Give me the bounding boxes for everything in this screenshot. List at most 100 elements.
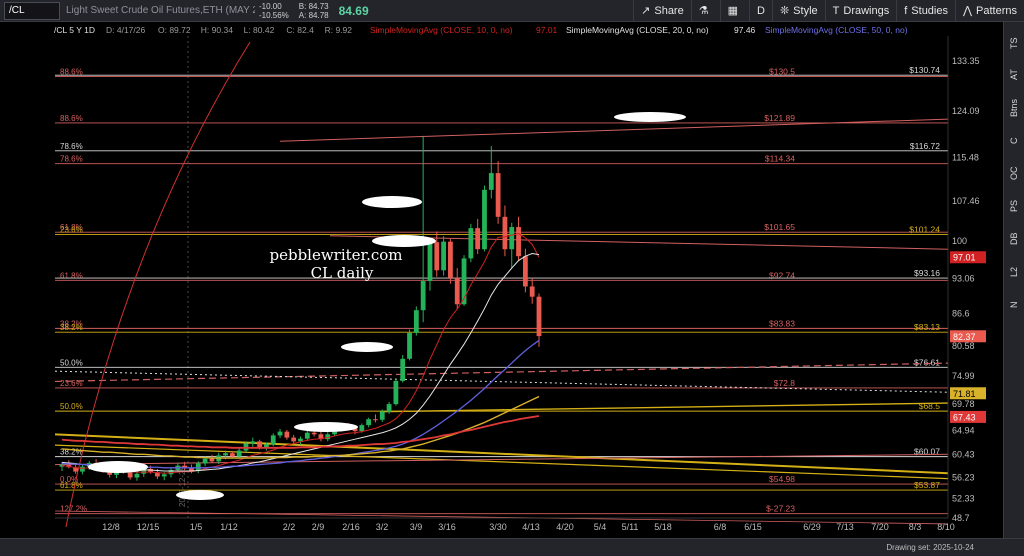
thinkorswim-chart-window: /CL Light Sweet Crude Oil Futures,ETH (M… — [0, 0, 1024, 556]
change-abs: -10.00 — [259, 1, 282, 11]
candle-body — [366, 419, 372, 426]
candle-body — [236, 450, 242, 457]
x-tick-label: 8/3 — [909, 522, 922, 532]
y-tick-label: 115.48 — [952, 153, 979, 163]
candle-body — [420, 281, 426, 311]
x-tick-label: 5/4 — [594, 522, 607, 532]
fib-level-left-label-1: 88.6% — [60, 114, 83, 123]
fib-level-right-label-8: $-27.23 — [766, 504, 795, 514]
style-icon: ❊ — [779, 5, 790, 17]
x-tick-label: 5/18 — [654, 522, 672, 532]
drawings-label: Drawings — [843, 4, 890, 17]
x-tick-label: 4/20 — [556, 522, 574, 532]
candle-body — [407, 332, 412, 359]
candle-body — [434, 242, 440, 271]
y-tick-label: 107.46 — [952, 196, 980, 206]
y-tick-label: 86.6 — [952, 308, 970, 318]
gold-level-right-label-0: $101.24 — [909, 224, 940, 234]
grid-button[interactable]: ▦ — [719, 0, 749, 22]
x-tick-label: 6/8 — [714, 522, 727, 532]
candle-body — [495, 173, 501, 217]
gold-level-left-label-0: 23.6% — [60, 225, 83, 234]
price-chart[interactable]: /CL 5 Y 1D D: 4/17/26 O: 89.72 H: 90.34 L: 8… — [0, 22, 1003, 538]
x-tick-label: 2/2 — [283, 522, 296, 532]
highlight-ellipse-1 — [362, 196, 422, 208]
studies-button[interactable]: f Studies — [896, 0, 955, 22]
right-toolbar-at[interactable]: AT — [1004, 62, 1024, 88]
candle-body — [291, 437, 297, 442]
x-tick-label: 5/11 — [622, 522, 639, 532]
drawings-button[interactable]: T Drawings — [824, 0, 897, 22]
right-toolbar-n[interactable]: N — [1004, 292, 1024, 318]
x-tick-label: 3/30 — [489, 522, 507, 532]
candle-body — [475, 228, 481, 250]
fib-level-right-label-1: $121.89 — [764, 113, 795, 123]
x-tick-label: 8/10 — [937, 522, 955, 532]
candle-body — [482, 189, 487, 250]
header-high: H: 90.34 — [201, 25, 233, 35]
candle-body — [379, 411, 385, 420]
candle-body — [80, 466, 85, 472]
candle-body — [250, 441, 256, 444]
header-sma10-label: SimpleMovingAvg (CLOSE, 10, 0, no) — [370, 25, 513, 35]
header-low: L: 80.42 — [244, 25, 275, 35]
x-tick-label: 12/8 — [102, 522, 120, 532]
candle-body — [502, 216, 508, 250]
candle-body — [454, 277, 460, 305]
right-toolbar-ps[interactable]: PS — [1004, 193, 1024, 219]
right-toolbar-ts[interactable]: TS — [1004, 30, 1024, 56]
candle-body — [509, 227, 515, 250]
bid-ask: B: 84.73 A: 84.78 — [293, 2, 335, 20]
highlight-ellipse-6 — [88, 461, 148, 473]
fib-level-left-label-2: 78.6% — [60, 155, 83, 164]
right-toolbar-c[interactable]: C — [1004, 128, 1024, 154]
header-sma50-label: SimpleMovingAvg (CLOSE, 50, 0, no) — [765, 25, 908, 35]
candle-body — [400, 358, 406, 381]
x-tick-label: 2/16 — [342, 522, 360, 532]
style-button[interactable]: ❊ Style — [771, 0, 825, 22]
y-tick-label: 124.09 — [952, 106, 980, 116]
last-price: 84.69 — [338, 3, 369, 18]
candle-body — [386, 404, 392, 412]
chart-area[interactable]: /CL 5 Y 1D D: 4/17/26 O: 89.72 H: 90.34 L: 8… — [0, 22, 1003, 538]
right-toolbar-oc[interactable]: OC — [1004, 160, 1024, 186]
watermark-line2: CL daily — [311, 264, 374, 282]
share-button[interactable]: ↗ Share — [633, 0, 691, 22]
gold-level-left-label-3: 61.8% — [60, 481, 83, 490]
header-symbol: /CL 5 Y 1D — [54, 25, 95, 35]
period-button[interactable]: D — [749, 0, 772, 22]
y-tick-label: 133.35 — [952, 56, 980, 66]
right-toolbar: TS AT Btns C OC PS DB L2 N — [1003, 22, 1024, 538]
patterns-label: Patterns — [976, 4, 1017, 17]
flask-button[interactable]: ⚗ — [690, 0, 720, 22]
symbol-input[interactable]: /CL — [4, 1, 60, 20]
status-text: Drawing set: 2025-10-24 — [886, 543, 974, 552]
price-badge-0: 97.01 — [953, 253, 976, 263]
white-level-left-label-3: 50.0% — [60, 358, 83, 367]
patterns-icon: ⋀ — [963, 5, 973, 17]
highlight-ellipse-0 — [614, 112, 686, 122]
patterns-button[interactable]: ⋀ Patterns — [955, 0, 1024, 22]
header-sma10-value: 97.01 — [536, 25, 558, 35]
candle-body — [277, 431, 283, 436]
right-toolbar-l2[interactable]: L2 — [1004, 259, 1024, 285]
right-toolbar-btns[interactable]: Btns — [1004, 95, 1024, 121]
y-tick-label: 100 — [952, 236, 967, 246]
candle-body — [522, 256, 528, 287]
right-toolbar-db[interactable]: DB — [1004, 226, 1024, 252]
header-open: O: 89.72 — [158, 25, 191, 35]
share-icon: ↗ — [641, 5, 651, 17]
x-tick-label: 7/13 — [836, 522, 854, 532]
bid-value: B: 84.73 — [298, 1, 329, 11]
candle-body — [536, 296, 542, 337]
candle-body — [209, 458, 215, 462]
highlight-ellipse-5 — [176, 490, 224, 500]
candle-body — [413, 310, 419, 333]
x-tick-label: 6/29 — [803, 522, 821, 532]
candle-body — [264, 444, 269, 448]
header-close: C: 82.4 — [286, 25, 314, 35]
fib-level-right-label-7: $54.98 — [769, 474, 795, 484]
candle-body — [134, 473, 140, 478]
watermark-line1: pebblewriter.com — [269, 246, 402, 264]
gold-level-right-label-3: $53.87 — [914, 480, 940, 490]
